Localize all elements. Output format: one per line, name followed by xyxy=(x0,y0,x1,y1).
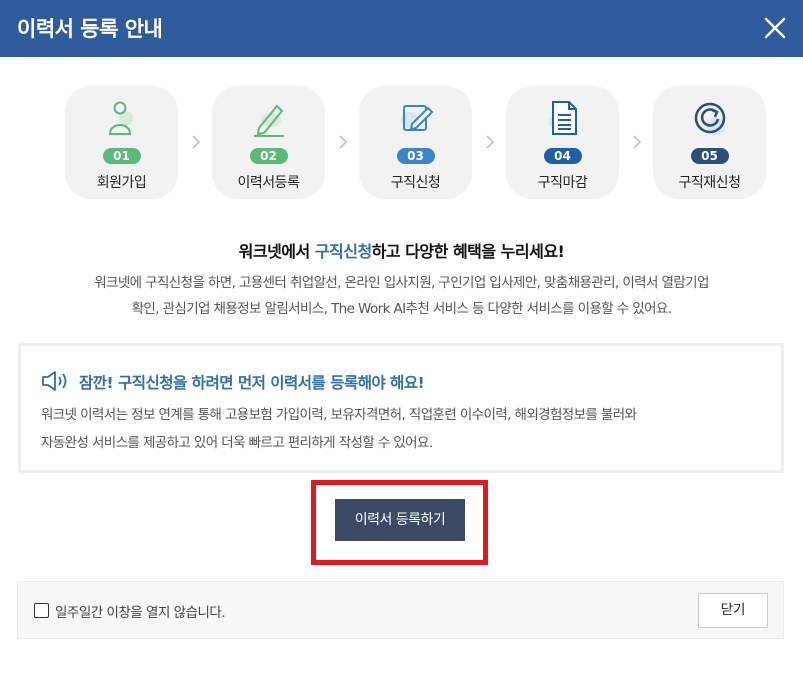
step-label: 구직마감 xyxy=(537,175,588,191)
step-number-badge: 03 xyxy=(396,148,435,164)
chevron-right-icon xyxy=(486,135,495,149)
step-number-badge: 04 xyxy=(543,148,582,164)
step-signup: 01 회원가입 xyxy=(65,86,178,199)
close-button[interactable]: 닫기 xyxy=(698,593,768,628)
dont-show-week-checkbox[interactable] xyxy=(34,603,49,618)
document-icon xyxy=(548,101,577,135)
dialog-footer: 일주일간 이창을 열지 않습니다. 닫기 xyxy=(17,581,784,639)
register-resume-button[interactable]: 이력서 등록하기 xyxy=(335,499,465,541)
person-icon xyxy=(108,101,133,135)
step-label: 구직재신청 xyxy=(678,175,741,191)
headline-highlight: 구직신청 xyxy=(314,242,372,261)
step-number-badge: 01 xyxy=(102,148,141,164)
edit-document-icon xyxy=(400,105,433,131)
notice-body: 워크넷 이력서는 정보 연계를 통해 고용보험 가입이력, 보유자격면허, 직업… xyxy=(41,407,637,451)
notice-title: 잠깐! 구직신청을 하려면 먼저 이력서를 등록해야 해요! xyxy=(79,374,425,392)
step-label: 회원가입 xyxy=(96,175,147,191)
step-label: 이력서등록 xyxy=(237,175,300,191)
refresh-icon xyxy=(694,102,725,135)
headline: 워크넷에서 구직신청하고 다양한 혜택을 누리세요! xyxy=(238,242,565,261)
step-apply: 03 구직신청 xyxy=(359,86,472,199)
step-number-badge: 02 xyxy=(249,148,288,164)
step-resume: 02 이력서등록 xyxy=(212,86,325,199)
step-label: 구직신청 xyxy=(390,175,441,191)
dialog-header: 이력서 등록 안내 xyxy=(0,0,803,57)
close-icon[interactable] xyxy=(763,16,787,40)
checkbox-label[interactable]: 일주일간 이창을 열지 않습니다. xyxy=(55,601,226,621)
step-number-badge: 05 xyxy=(690,148,729,164)
dialog-title: 이력서 등록 안내 xyxy=(17,17,163,41)
pencil-icon xyxy=(253,104,284,137)
speaker-icon xyxy=(42,371,67,391)
step-close: 04 구직마감 xyxy=(506,86,619,199)
description: 워크넷에 구직신청을 하면, 고용센터 취업알선, 온라인 입사지원, 구인기업… xyxy=(94,275,709,317)
chevron-right-icon xyxy=(339,135,348,149)
notice-box: 잠깐! 구직신청을 하려면 먼저 이력서를 등록해야 해요! 워크넷 이력서는 … xyxy=(18,343,784,473)
step-reapply: 05 구직재신청 xyxy=(653,86,766,199)
chevron-right-icon xyxy=(192,135,201,149)
chevron-right-icon xyxy=(633,135,642,149)
